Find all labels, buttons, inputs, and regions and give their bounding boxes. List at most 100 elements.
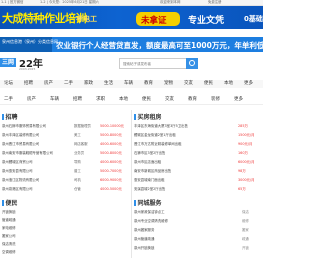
city-service-title[interactable]: 泉州开锁换锁 [134, 244, 154, 252]
city-service-title[interactable]: 泉州专业空调清洗维修 [134, 217, 168, 225]
rental-title[interactable]: 惠安县城南门面出租 [134, 176, 165, 184]
site-logo[interactable]: 三网 [0, 58, 16, 67]
services-heading[interactable]: 便民 [2, 198, 18, 207]
rental-title[interactable]: 安溪县城2室2厅出售 [134, 185, 165, 193]
service-item[interactable]: 空调维修 [2, 248, 16, 256]
rental-row[interactable]: 南安市新城区商品房出售 98万 [134, 167, 261, 175]
rentals-heading[interactable]: 买房租房 [134, 112, 162, 121]
city-service-row[interactable]: 泉州家政保洁钟点工 保洁 [134, 208, 261, 216]
job-pay: 5000-7000元 [100, 169, 122, 173]
job-row[interactable]: 泉州南安市服装鞋帽专营有限公司 业务员 5000-8000元 [2, 149, 128, 157]
service-item[interactable]: 家电维修 [2, 224, 16, 232]
subnav-item[interactable]: 交友 [165, 95, 174, 104]
job-company[interactable]: 泉州丰泽区装修有限公司 [2, 131, 39, 139]
service-item[interactable]: 管道疏通 [2, 216, 16, 224]
job-company[interactable]: 泉州鲤城区商贸公司 [2, 158, 33, 166]
rental-price: 900元/月 [238, 142, 253, 146]
search-input[interactable] [120, 59, 186, 68]
job-row[interactable]: 泉州惠安县有限公司 普工 5000-7000元 [2, 167, 128, 175]
job-pay: 5000-8000元 [100, 133, 122, 137]
subnav-item[interactable]: 本地 [119, 95, 128, 104]
rental-row[interactable]: 安溪县城2室2厅出售 65万 [134, 185, 261, 193]
city-service-row[interactable]: 泉州管道疏通 疏通 [134, 235, 261, 243]
banner-title: 大成特种作业培训 [2, 12, 87, 25]
nav-item[interactable]: 宠物 [164, 80, 173, 88]
city-service-tag: 搬家 [242, 228, 249, 232]
banner-badge-text: 未拿证 [141, 16, 167, 26]
rental-row[interactable]: 泉州市区店面出租 6000元/月 [134, 158, 261, 166]
job-company[interactable]: 泉州洛江区物流有限公司 [2, 176, 39, 184]
nav-item[interactable]: 家政 [84, 80, 93, 88]
city-service-tag: 开锁 [242, 246, 249, 250]
rental-title[interactable]: 石狮市区3室2厅出售 [134, 149, 165, 157]
city-service-tag: 疏通 [242, 237, 249, 241]
job-company[interactable]: 泉州南安市服装鞋帽专营有限公司 [2, 149, 53, 157]
job-company[interactable]: 泉州晋江市贸易有限公司 [2, 140, 39, 148]
subnav-item[interactable]: 二手 [4, 95, 13, 104]
topbar-item-wechat[interactable]: 1-1 | 官方微信 [1, 0, 23, 5]
job-role: 导购 [74, 160, 81, 164]
rental-row[interactable]: 丰泽区东海街道大厦3室3厅5卫出售 285万 [134, 122, 261, 130]
subnav-item[interactable]: 便民 [142, 95, 151, 104]
city-service-title[interactable]: 泉州家政保洁钟点工 [134, 208, 165, 216]
search-icon[interactable] [186, 58, 198, 69]
job-row[interactable]: 泉州泉港区有限公司 仓管 4000-5000元 [2, 185, 128, 193]
subnav-item[interactable]: 招聘 [73, 95, 82, 104]
subnav-item[interactable]: 房产 [27, 95, 36, 104]
rental-price: 285万 [238, 124, 248, 128]
city-service-heading[interactable]: 同城服务 [134, 198, 162, 207]
top-ad-banner[interactable]: 大成特种作业培训 考电工 未拿证 专业文凭 0基础 [0, 6, 263, 29]
rental-title[interactable]: 南安市新城区商品房出售 [134, 167, 171, 175]
rental-row[interactable]: 石狮市区3室2厅出售 160万 [134, 149, 261, 157]
service-item[interactable]: 保洁清洗 [2, 240, 16, 248]
jobs-heading[interactable]: 招聘 [2, 112, 18, 121]
job-company[interactable]: 泉州惠安县有限公司 [2, 167, 33, 175]
nav-item[interactable]: 车辆 [124, 80, 133, 88]
nav-item[interactable]: 论坛 [4, 80, 13, 88]
banner-sub: 考电工 [76, 15, 97, 23]
city-service-title[interactable]: 泉州搬家服务 [134, 226, 154, 234]
subnav-item[interactable]: 求职 [96, 95, 105, 104]
rental-title[interactable]: 泉州市区店面出租 [134, 158, 161, 166]
job-company[interactable]: 泉州石狮市服饰贸易有限公司 [2, 122, 46, 130]
nav-item[interactable]: 更多 [244, 80, 253, 88]
bank-ad-banner[interactable]: 泉州信息港（泉州）分类信息网 农业银行个人经营贷直发，额度最高可至1000万元，… [0, 37, 263, 52]
city-service-row[interactable]: 泉州搬家服务 搬家 [134, 226, 261, 234]
rental-row[interactable]: 晋江市万达附近精装修单间出租 900元/月 [134, 140, 261, 148]
job-pay: 4000-6000元 [100, 160, 122, 164]
subnav-item[interactable]: 更多 [234, 95, 243, 104]
job-row[interactable]: 泉州鲤城区商贸公司 导购 4000-6000元 [2, 158, 128, 166]
job-row[interactable]: 泉州石狮市服饰贸易有限公司 数据管理员 5000-10000元 [2, 122, 128, 130]
nav-item[interactable]: 交友 [184, 80, 193, 88]
subnav-item[interactable]: 教育 [188, 95, 197, 104]
nav-item[interactable]: 教育 [144, 80, 153, 88]
subnav-item[interactable]: 装修 [211, 95, 220, 104]
job-role: 数据管理员 [74, 124, 91, 128]
job-pay: 4000-5000元 [100, 187, 122, 191]
service-item[interactable]: 开锁换锁 [2, 208, 16, 216]
city-service-row[interactable]: 泉州专业空调清洗维修 维修 [134, 217, 261, 225]
nav-item[interactable]: 房产 [44, 80, 53, 88]
job-role: 普工 [74, 169, 81, 173]
rental-title[interactable]: 丰泽区东海街道大厦3室3厅5卫出售 [134, 122, 188, 130]
nav-item[interactable]: 招聘 [24, 80, 33, 88]
rental-title[interactable]: 晋江市万达附近精装修单间出租 [134, 140, 181, 148]
nav-item[interactable]: 二手 [64, 80, 73, 88]
city-service-title[interactable]: 泉州管道疏通 [134, 235, 154, 243]
rental-title[interactable]: 鲤城区金龙街道2室1厅出租 [134, 131, 176, 139]
rental-row[interactable]: 鲤城区金龙街道2室1厅出租 1500元/月 [134, 131, 261, 139]
job-company[interactable]: 泉州泉港区有限公司 [2, 185, 33, 193]
banner-badge: 未拿证 [136, 12, 180, 26]
job-role: 司机 [74, 178, 81, 182]
service-item[interactable]: 搬家公司 [2, 232, 16, 240]
job-row[interactable]: 泉州洛江区物流有限公司 司机 6000-9000元 [2, 176, 128, 184]
job-row[interactable]: 泉州晋江市贸易有限公司 网店客服 4000-6000元 [2, 140, 128, 148]
nav-item[interactable]: 生活 [104, 80, 113, 88]
subnav-item[interactable]: 车辆 [50, 95, 59, 104]
nav-item[interactable]: 便民 [204, 80, 213, 88]
rental-row[interactable]: 惠安县城南门面出租 3000元/月 [134, 176, 261, 184]
city-service-row[interactable]: 泉州开锁换锁 开锁 [134, 244, 261, 252]
topbar-item-register[interactable]: 免费注册 [208, 0, 222, 5]
job-row[interactable]: 泉州丰泽区装修有限公司 美工 5000-8000元 [2, 131, 128, 139]
nav-item[interactable]: 本地 [224, 80, 233, 88]
